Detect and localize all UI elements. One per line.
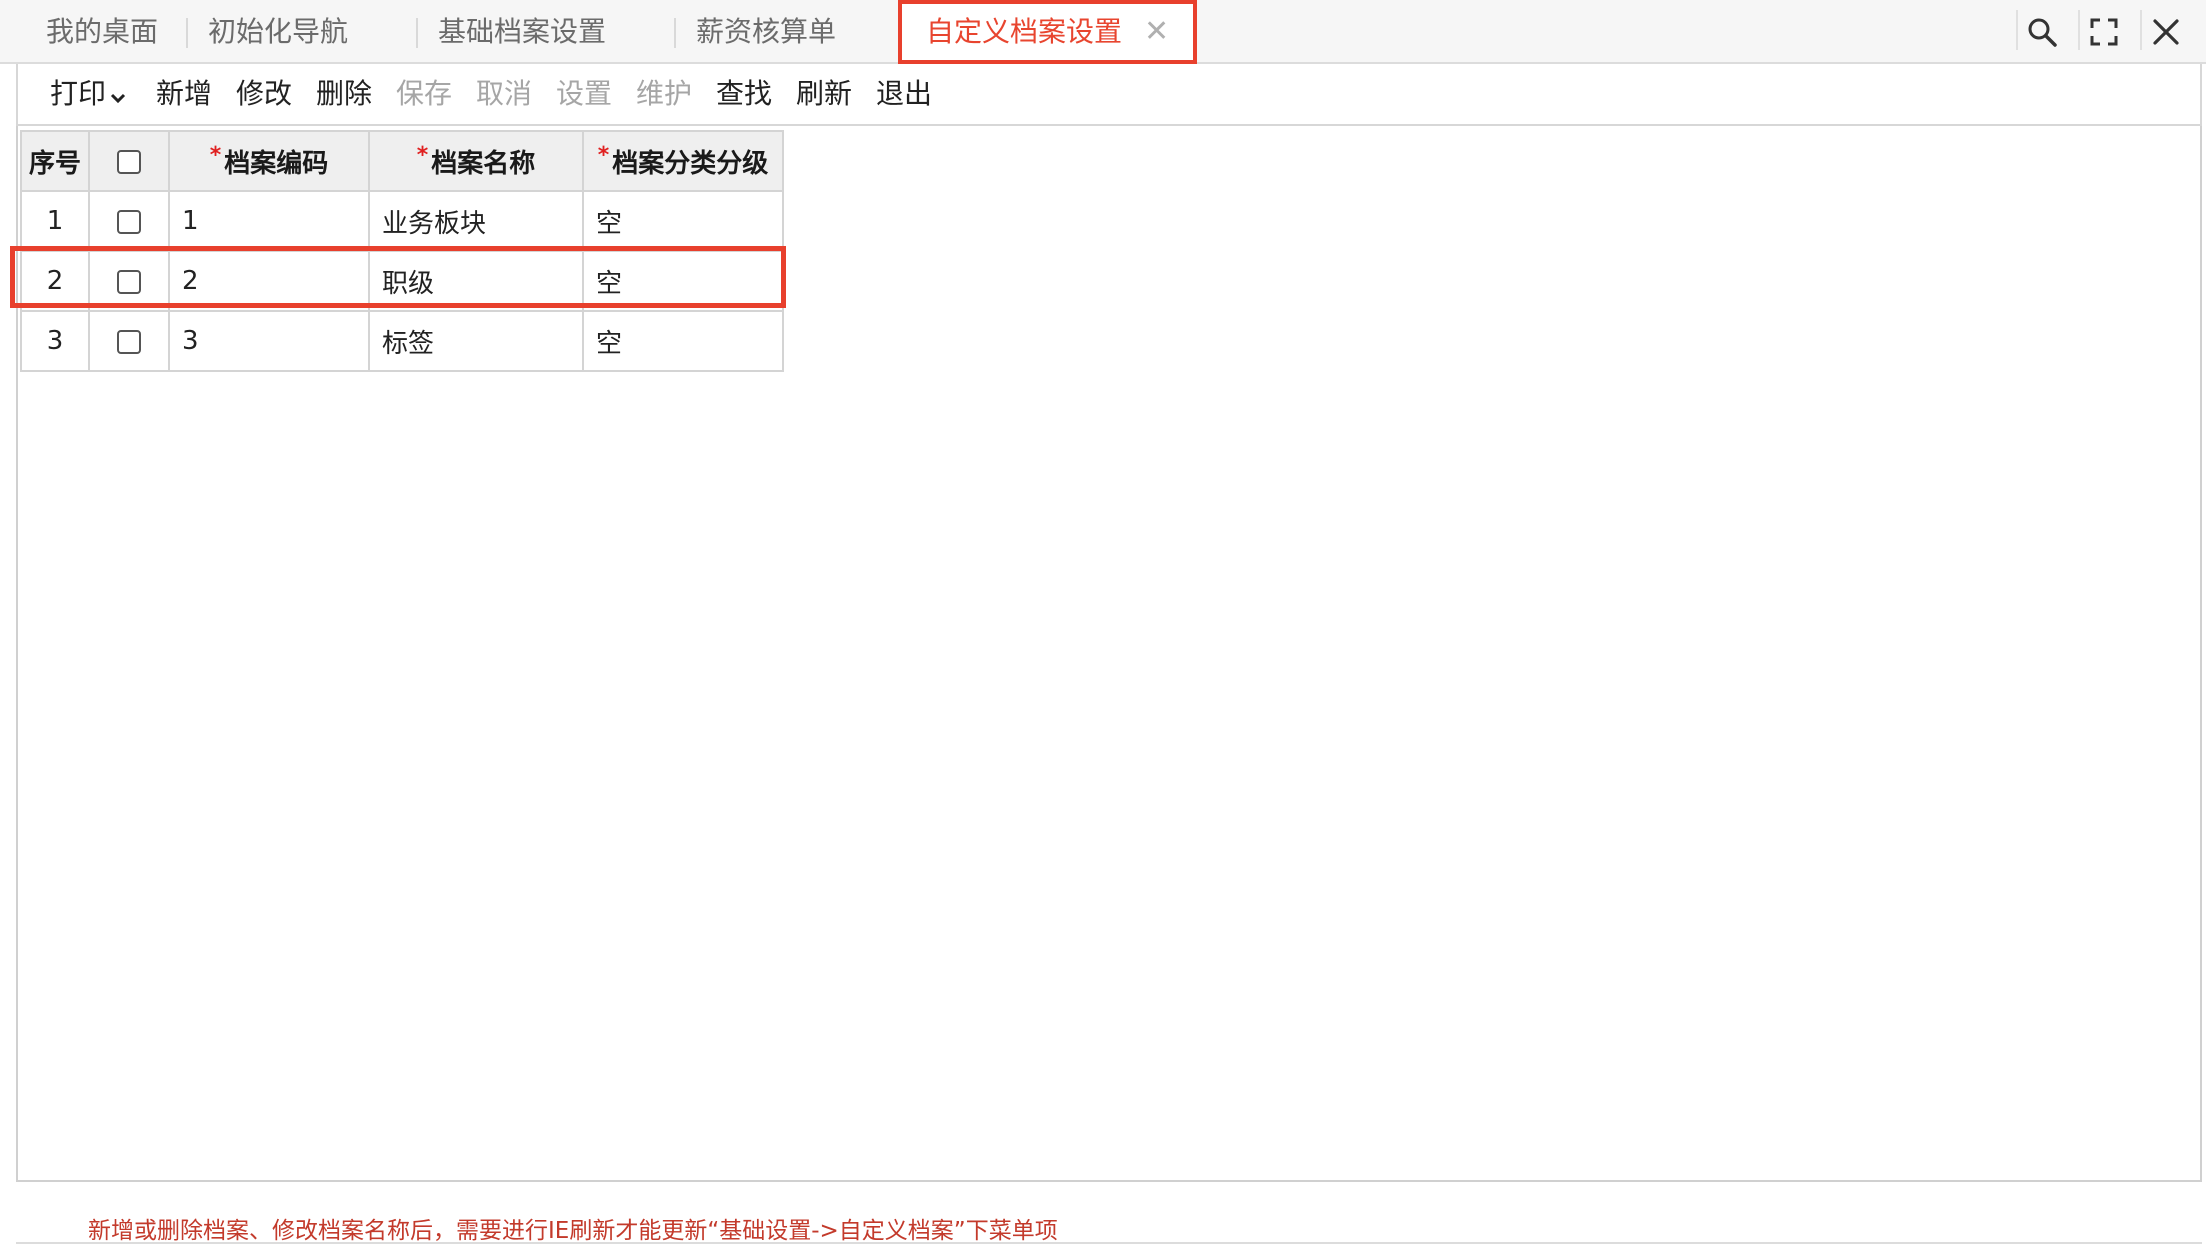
tab-label: 基础档案设置 bbox=[438, 15, 607, 48]
toolbar: 打印 新增 修改 删除 保存 取消 设置 维护 查找 刷新 退出 bbox=[16, 64, 2202, 126]
print-dropdown-button[interactable]: 打印 bbox=[50, 64, 126, 124]
header-select-all bbox=[88, 130, 170, 192]
cell-select bbox=[88, 310, 170, 372]
required-marker: * bbox=[416, 142, 429, 168]
tab-label: 自定义档案设置 bbox=[926, 15, 1123, 48]
close-icon[interactable] bbox=[2144, 10, 2188, 54]
cell-seq: 1 bbox=[20, 190, 90, 252]
tab-label: 薪资核算单 bbox=[696, 15, 837, 48]
print-label: 打印 bbox=[50, 77, 107, 110]
refresh-button[interactable]: 刷新 bbox=[796, 64, 852, 124]
header-level[interactable]: * 档案分类分级 bbox=[582, 130, 784, 192]
tab-divider bbox=[416, 18, 418, 48]
divider bbox=[2140, 10, 2142, 50]
cell-code[interactable]: 2 bbox=[168, 250, 370, 312]
tab-label: 初始化导航 bbox=[208, 15, 349, 48]
header-code[interactable]: * 档案编码 bbox=[168, 130, 370, 192]
tab-basic-archive-settings[interactable]: 基础档案设置 bbox=[438, 0, 606, 64]
cell-name[interactable]: 标签 bbox=[368, 310, 584, 372]
archive-grid-panel: 序号 * 档案编码 * 档案名称 * 档案分类分级 1 1 业务板块 空 2 2 职级… bbox=[16, 126, 2202, 1182]
required-marker: * bbox=[597, 142, 610, 168]
header-seq: 序号 bbox=[20, 130, 90, 192]
divider bbox=[2078, 10, 2080, 50]
row-checkbox[interactable] bbox=[117, 329, 141, 354]
cell-name[interactable]: 职级 bbox=[368, 250, 584, 312]
tab-close-icon[interactable]: ✕ bbox=[1144, 4, 1169, 60]
tab-salary-sheet[interactable]: 薪资核算单 bbox=[696, 0, 836, 64]
exit-button[interactable]: 退出 bbox=[876, 64, 932, 124]
divider bbox=[2016, 10, 2018, 50]
search-icon[interactable] bbox=[2020, 10, 2064, 54]
header-name-label: 档案名称 bbox=[431, 148, 536, 179]
edit-button[interactable]: 修改 bbox=[236, 64, 292, 124]
table-header-row: 序号 * 档案编码 * 档案名称 * 档案分类分级 bbox=[20, 130, 784, 192]
save-button[interactable]: 保存 bbox=[396, 64, 452, 124]
delete-button[interactable]: 删除 bbox=[316, 64, 372, 124]
cell-level[interactable]: 空 bbox=[582, 310, 784, 372]
tab-custom-archive-settings[interactable]: 自定义档案设置 ✕ bbox=[898, 0, 1198, 64]
settings-button[interactable]: 设置 bbox=[556, 64, 612, 124]
chevron-down-icon bbox=[110, 65, 126, 125]
cell-level[interactable]: 空 bbox=[582, 190, 784, 252]
tab-label: 我的桌面 bbox=[46, 15, 159, 48]
cell-select bbox=[88, 190, 170, 252]
cell-select bbox=[88, 250, 170, 312]
header-code-label: 档案编码 bbox=[224, 148, 329, 179]
select-all-checkbox[interactable] bbox=[117, 149, 141, 174]
table-row[interactable]: 1 1 业务板块 空 bbox=[20, 190, 784, 252]
cell-code[interactable]: 3 bbox=[168, 310, 370, 372]
cell-name[interactable]: 业务板块 bbox=[368, 190, 584, 252]
header-name[interactable]: * 档案名称 bbox=[368, 130, 584, 192]
tab-bar: 我的桌面 初始化导航 基础档案设置 薪资核算单 自定义档案设置 ✕ bbox=[0, 0, 2206, 64]
fullscreen-icon[interactable] bbox=[2082, 10, 2126, 54]
add-button[interactable]: 新增 bbox=[156, 64, 212, 124]
row-checkbox[interactable] bbox=[117, 269, 141, 294]
archive-table: 序号 * 档案编码 * 档案名称 * 档案分类分级 1 1 业务板块 空 2 2 职级… bbox=[20, 130, 784, 372]
cancel-button[interactable]: 取消 bbox=[476, 64, 532, 124]
table-row[interactable]: 3 3 标签 空 bbox=[20, 310, 784, 372]
maintain-button[interactable]: 维护 bbox=[636, 64, 692, 124]
cell-code[interactable]: 1 bbox=[168, 190, 370, 252]
tab-divider bbox=[674, 18, 676, 48]
divider bbox=[16, 1242, 2202, 1244]
tab-divider bbox=[186, 18, 188, 48]
row-checkbox[interactable] bbox=[117, 209, 141, 234]
cell-seq: 3 bbox=[20, 310, 90, 372]
tab-init-nav[interactable]: 初始化导航 bbox=[208, 0, 348, 64]
find-button[interactable]: 查找 bbox=[716, 64, 772, 124]
header-level-label: 档案分类分级 bbox=[612, 148, 769, 179]
cell-seq: 2 bbox=[20, 250, 90, 312]
required-marker: * bbox=[209, 142, 222, 168]
table-row[interactable]: 2 2 职级 空 bbox=[20, 250, 784, 312]
tab-my-desktop[interactable]: 我的桌面 bbox=[46, 0, 158, 64]
cell-level[interactable]: 空 bbox=[582, 250, 784, 312]
